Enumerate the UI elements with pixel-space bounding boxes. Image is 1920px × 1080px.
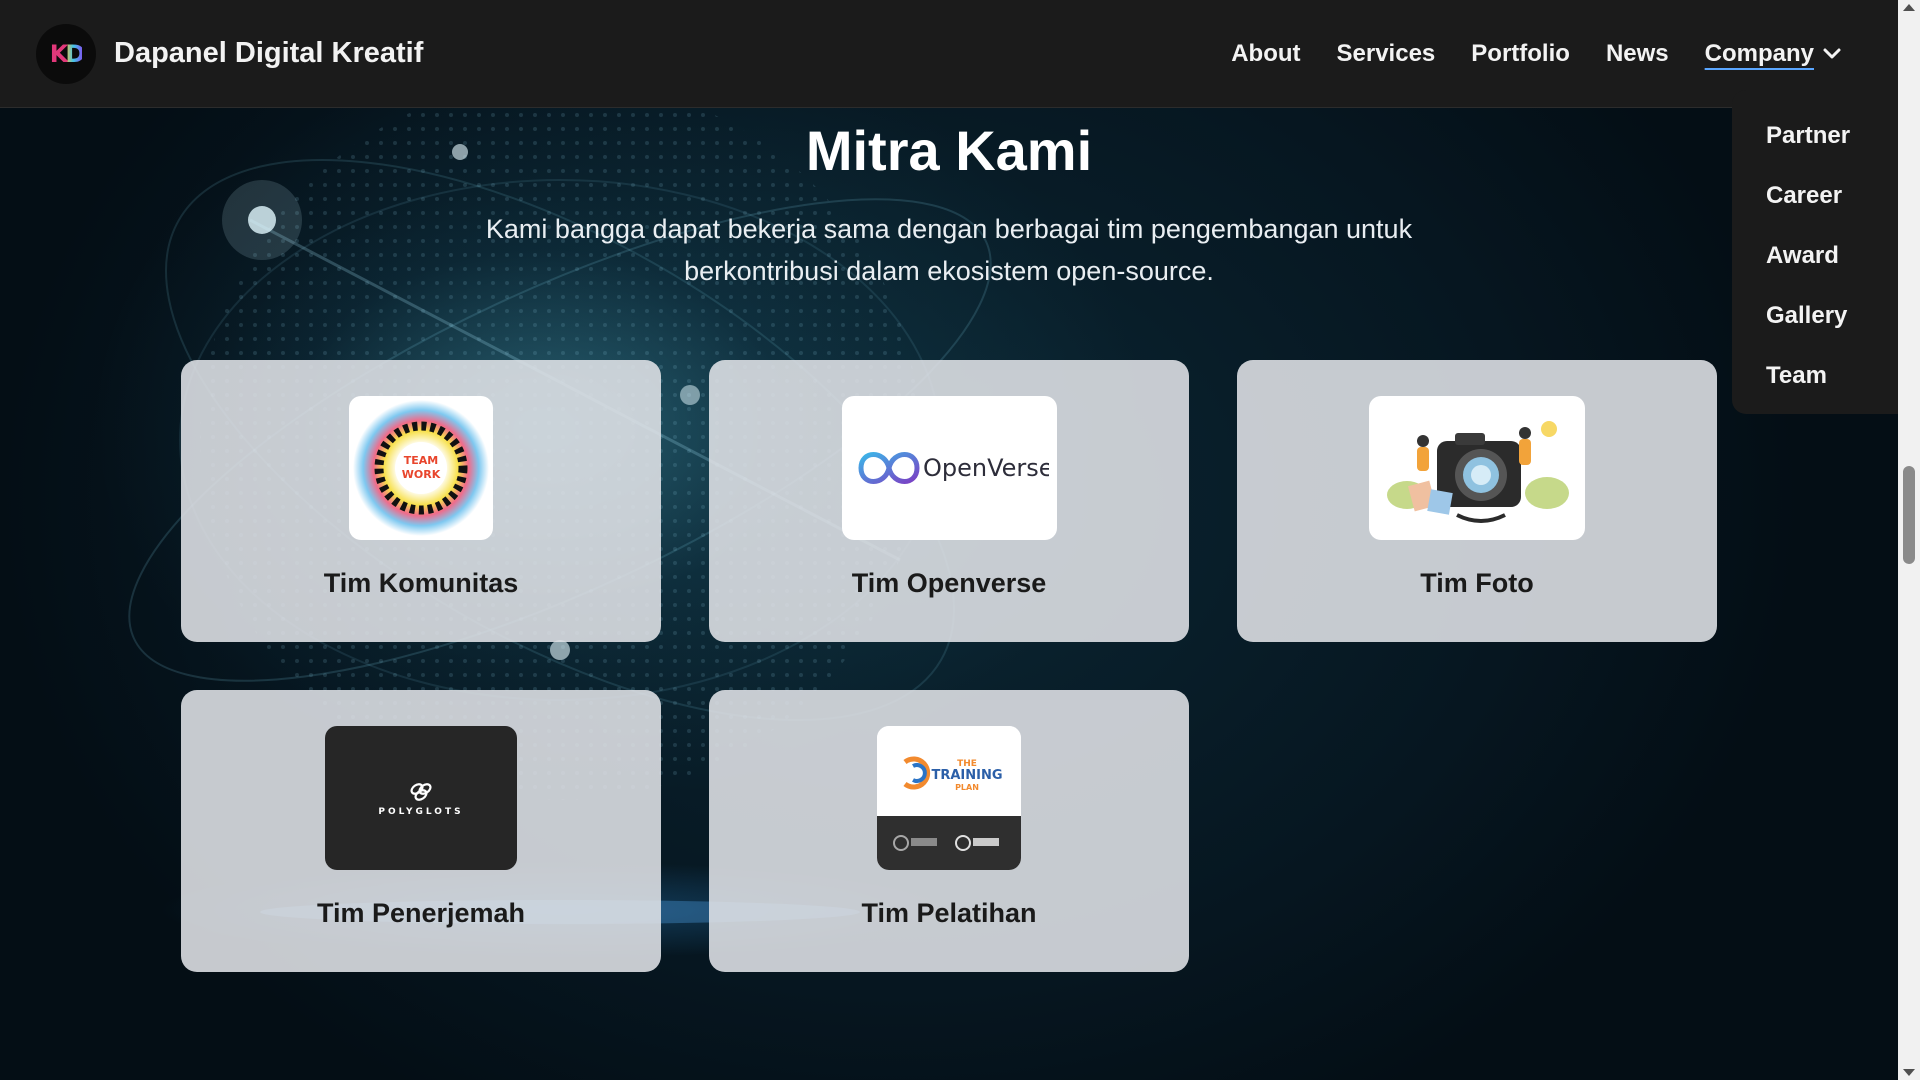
dropdown-item-award[interactable]: Award xyxy=(1732,238,1898,298)
brand-name[interactable]: Dapanel Digital Kreatif xyxy=(114,37,423,70)
section-title: Mitra Kami xyxy=(805,119,1093,182)
partner-name: Tim Pelatihan xyxy=(861,898,1037,928)
dropdown-item-partner[interactable]: Partner xyxy=(1732,118,1898,178)
partner-card-penerjemah[interactable]: POLYGLOTS Tim Penerjemah xyxy=(181,690,661,972)
company-dropdown-menu: Partner Career Award Gallery Team xyxy=(1732,90,1898,414)
brand-logo-letter-k: K xyxy=(49,39,69,68)
openverse-logo: OpenVerse xyxy=(841,396,1057,540)
top-navbar: KD Dapanel Digital Kreatif About Service… xyxy=(0,0,1898,108)
nav-portfolio[interactable]: Portfolio xyxy=(1471,40,1570,68)
nav-news[interactable]: News xyxy=(1606,40,1669,68)
chevron-down-icon xyxy=(1823,48,1841,58)
polyglots-logo-text: POLYGLOTS xyxy=(378,807,463,817)
scroll-up-arrow-icon[interactable] xyxy=(1903,4,1915,11)
nav-about[interactable]: About xyxy=(1231,40,1300,68)
brand-logo[interactable]: KD xyxy=(36,23,96,84)
partner-card-openverse[interactable]: OpenVerse Tim Openverse xyxy=(709,360,1189,642)
nav-services[interactable]: Services xyxy=(1337,40,1436,68)
dropdown-item-career[interactable]: Career xyxy=(1732,178,1898,238)
scroll-down-arrow-icon[interactable] xyxy=(1903,1069,1915,1076)
training-logo-text-training: TRAINING xyxy=(931,768,1002,783)
nav-company-label: Company xyxy=(1704,39,1814,67)
openverse-logo-text: OpenVerse xyxy=(923,454,1049,482)
polyglots-logo: POLYGLOTS xyxy=(325,726,517,870)
partner-card-komunitas[interactable]: TEAM WORK Tim Komunitas xyxy=(181,360,661,642)
camera-illustration xyxy=(1369,396,1585,540)
teamwork-logo: TEAM WORK xyxy=(349,396,493,540)
dropdown-item-team[interactable]: Team xyxy=(1732,358,1898,418)
partner-name: Tim Komunitas xyxy=(323,568,519,598)
brand[interactable]: KD Dapanel Digital Kreatif xyxy=(36,23,423,84)
teamwork-logo-text-work: WORK xyxy=(402,468,441,481)
partner-card-pelatihan[interactable]: THE TRAINING PLAN Tim Pelatihan xyxy=(709,690,1189,972)
scroll-thumb[interactable] xyxy=(1903,466,1915,564)
training-plan-logo: THE TRAINING PLAN xyxy=(877,726,1021,870)
partner-card-foto[interactable]: Tim Foto xyxy=(1237,360,1717,642)
teamwork-logo-text-team: TEAM xyxy=(404,454,438,467)
section-subtitle: Kami bangga dapat bekerja sama dengan be… xyxy=(485,214,1413,286)
brand-logo-letter-d: D xyxy=(65,39,85,68)
partner-name: Tim Penerjemah xyxy=(316,898,526,928)
training-logo-text-plan: PLAN xyxy=(955,783,979,792)
nav-company[interactable]: Company xyxy=(1705,40,1842,68)
dropdown-item-gallery[interactable]: Gallery xyxy=(1732,298,1898,358)
partner-name: Tim Openverse xyxy=(851,568,1047,598)
nav-links: About Services Portfolio News Company xyxy=(1231,40,1842,68)
partner-name: Tim Foto xyxy=(1420,568,1534,598)
page-scrollbar[interactable] xyxy=(1898,0,1920,1080)
